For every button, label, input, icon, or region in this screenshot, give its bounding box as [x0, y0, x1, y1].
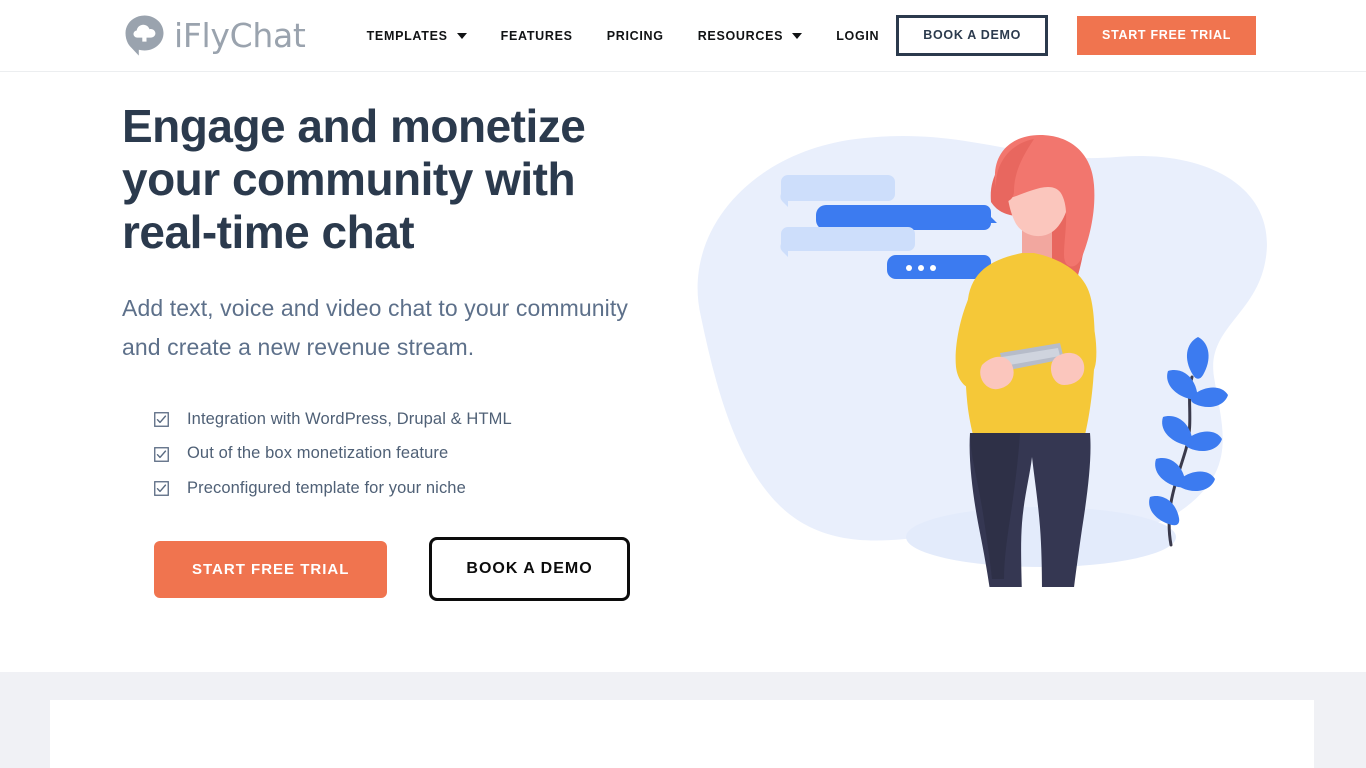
feature-label: Preconfigured template for your niche	[187, 478, 466, 497]
main-navigation: TEMPLATES FEATURES PRICING RESOURCES LOG…	[350, 23, 897, 49]
nav-label-features: FEATURES	[500, 28, 573, 43]
hero-start-free-trial-button[interactable]: START FREE TRIAL	[154, 540, 388, 598]
nav-label-login: LOGIN	[836, 28, 880, 43]
typing-dot	[918, 265, 924, 271]
nav-item-features[interactable]: FEATURES	[484, 23, 590, 49]
hero-illustration-svg	[697, 135, 1267, 587]
hero-title: Engage and monetize your community with …	[122, 100, 586, 258]
chat-bubble-cloud-upload-icon	[125, 15, 164, 56]
next-section-card	[50, 700, 1314, 768]
list-item: Integration with WordPress, Drupal & HTM…	[122, 409, 722, 430]
list-item: Preconfigured template for your niche	[122, 478, 722, 499]
nav-label-templates: TEMPLATES	[366, 28, 448, 43]
hero-book-demo-button[interactable]: BOOK A DEMO	[429, 537, 630, 602]
hero-feature-list: Integration with WordPress, Drupal & HTM…	[122, 409, 722, 499]
brand-logo[interactable]: iFlyChat	[122, 13, 306, 58]
checkbox-checked-icon	[154, 481, 169, 496]
nav-label-resources: RESOURCES	[697, 28, 784, 43]
header-actions: BOOK A DEMO START FREE TRIAL	[896, 15, 1257, 56]
nav-item-templates[interactable]: TEMPLATES	[350, 23, 484, 49]
nav-item-pricing[interactable]: PRICING	[590, 23, 681, 49]
nav-item-login[interactable]: LOGIN	[819, 23, 896, 49]
nav-label-pricing: PRICING	[606, 28, 664, 43]
header-book-demo-button[interactable]: BOOK A DEMO	[896, 15, 1049, 56]
feature-label: Out of the box monetization feature	[187, 444, 449, 463]
typing-dot	[930, 265, 936, 271]
woman-chatting-on-phone-illustration	[666, 127, 1366, 587]
brand-name: iFlyChat	[174, 16, 306, 55]
nav-item-resources[interactable]: RESOURCES	[681, 23, 819, 49]
header-start-free-trial-button[interactable]: START FREE TRIAL	[1077, 16, 1257, 55]
feature-label: Integration with WordPress, Drupal & HTM…	[187, 410, 512, 428]
next-section	[0, 672, 1366, 768]
checkbox-checked-icon	[154, 412, 169, 428]
typing-dot	[906, 265, 912, 271]
list-item: Out of the box monetization feature	[122, 443, 722, 464]
checkbox-checked-icon	[154, 446, 169, 462]
chat-bubble-2	[816, 205, 997, 230]
hero-cta-group: START FREE TRIAL BOOK A DEMO	[122, 537, 722, 602]
hero-copy: Engage and monetize your community with …	[122, 100, 722, 602]
hero-subtitle: Add text, voice and video chat to your c…	[122, 295, 628, 360]
site-header: iFlyChat TEMPLATES FEATURES PRICING RESO…	[0, 0, 1366, 72]
hero-section: Engage and monetize your community with …	[0, 72, 1366, 672]
chevron-down-icon	[456, 32, 467, 39]
chevron-down-icon	[792, 32, 803, 39]
